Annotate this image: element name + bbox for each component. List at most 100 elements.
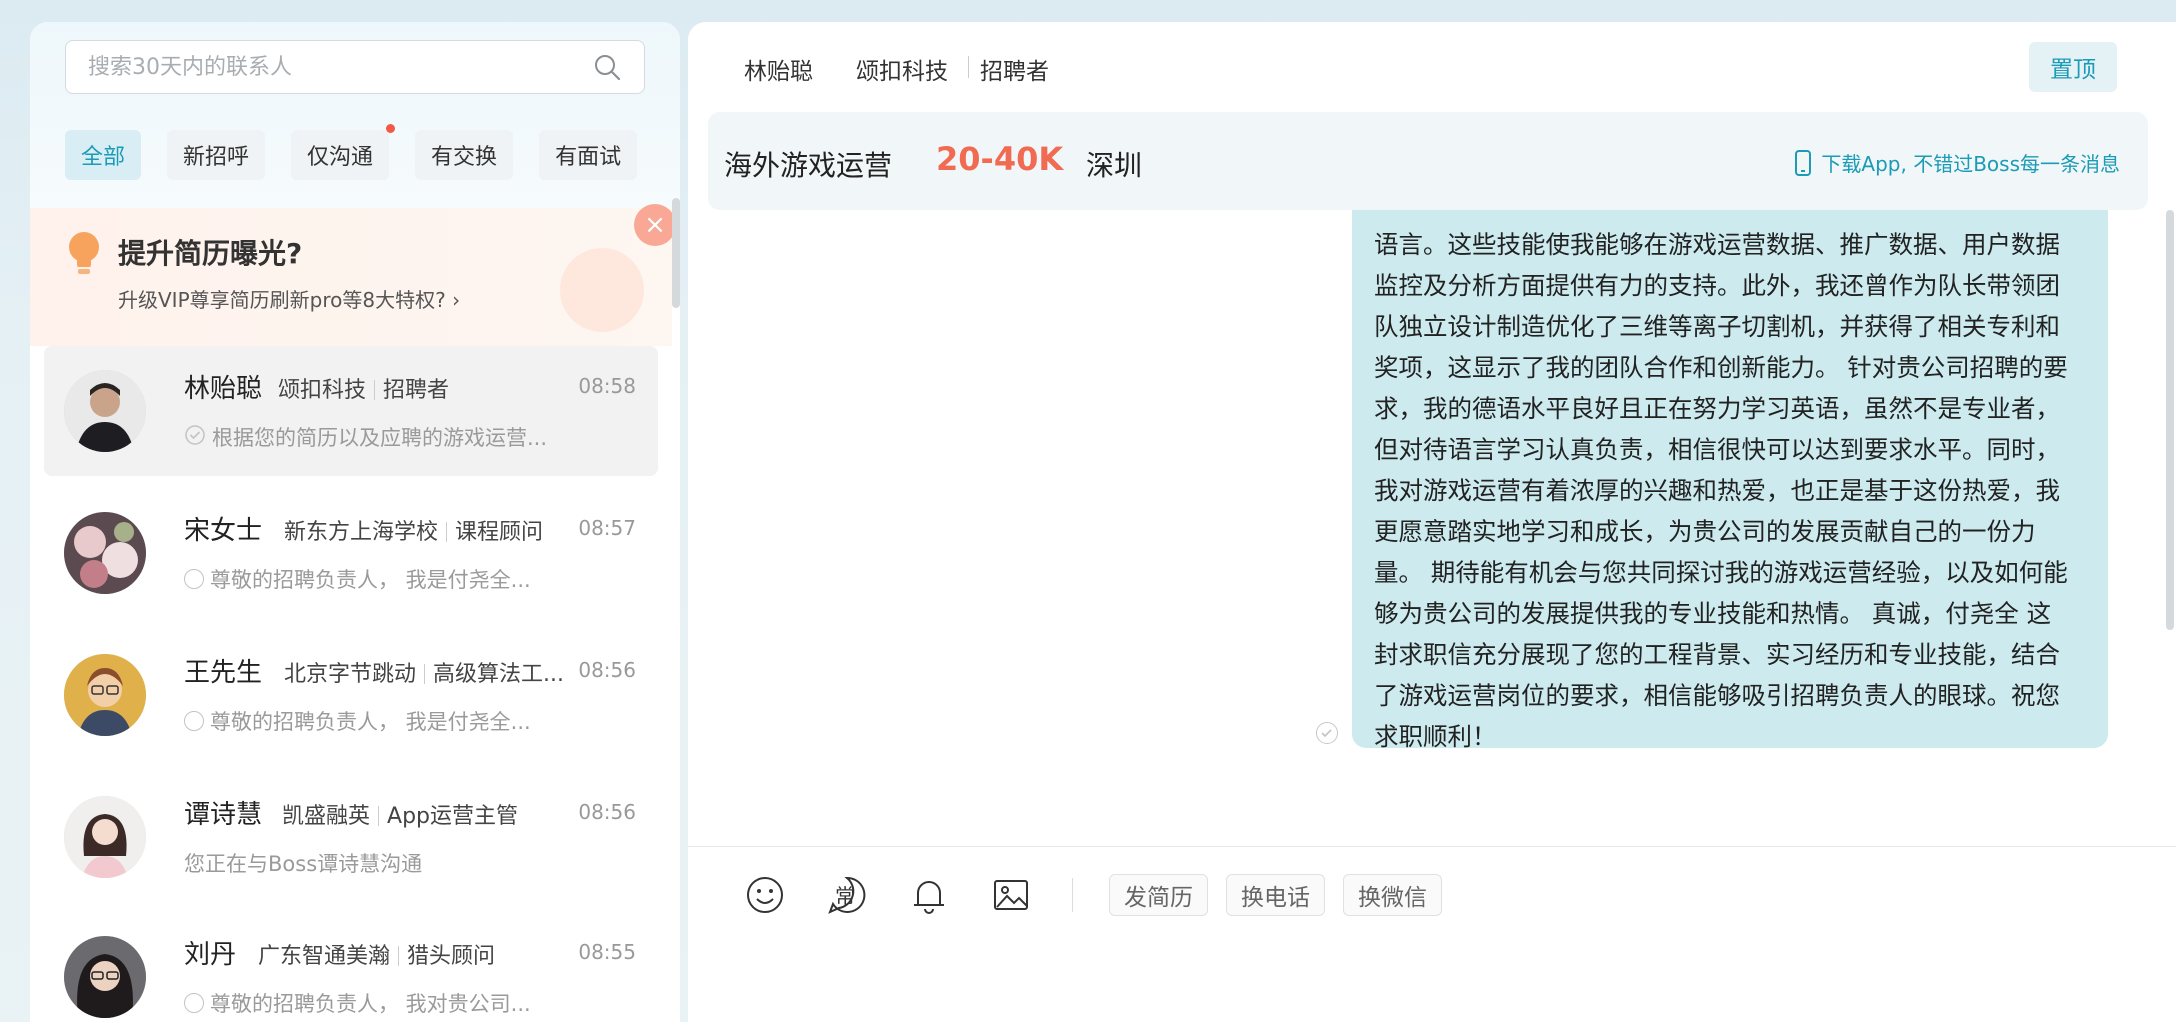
- chat-header: 林贻聪 颂扣科技 招聘者 置顶: [688, 22, 2176, 112]
- job-city: 深圳: [1086, 149, 1143, 182]
- contact-item[interactable]: 刘丹 广东智通美瀚 猎头顾问 08:55 尊敬的招聘负责人， 我对贵公司...: [44, 912, 658, 1022]
- filter-interview[interactable]: 有面试: [539, 130, 638, 180]
- pin-button[interactable]: 置顶: [2029, 42, 2117, 92]
- filter-label: 新招呼: [183, 145, 250, 170]
- filter-label: 仅沟通: [307, 145, 374, 170]
- separator: [398, 946, 400, 966]
- contact-name: 刘丹: [184, 940, 237, 970]
- contact-company: 颂扣科技: [278, 378, 367, 403]
- message-line: 监控及分析方面提供有力的支持。此外，我还曾作为队长带领团: [1374, 271, 2060, 300]
- image-icon[interactable]: [990, 874, 1032, 916]
- chat-contact-company[interactable]: 颂扣科技: [856, 52, 948, 86]
- sent-status-icon: [184, 711, 204, 731]
- message-line: 但对待语言学习认真负责，相信很快可以达到要求水平。同时，: [1374, 435, 2060, 464]
- divider: [688, 846, 2176, 847]
- download-app-link[interactable]: 下载App, 不错过Boss每一条消息: [1795, 148, 2120, 177]
- avatar: [64, 936, 146, 1018]
- filter-chat-only[interactable]: 仅沟通: [291, 124, 396, 180]
- exchange-wechat-button[interactable]: 换微信: [1343, 874, 1442, 916]
- contact-item[interactable]: 谭诗慧 凯盛融英 App运营主管 08:56 您正在与Boss谭诗慧沟通: [44, 772, 658, 902]
- promo-subtitle[interactable]: 升级VIP尊享简历刷新pro等8大特权? ›: [118, 284, 460, 313]
- job-salary: 20-40K: [936, 140, 1064, 178]
- close-icon[interactable]: ×: [634, 204, 676, 246]
- contact-company: 北京字节跳动: [284, 662, 417, 687]
- separator: [378, 806, 380, 826]
- separator: [968, 56, 969, 78]
- bell-icon[interactable]: [908, 874, 950, 916]
- lightbulb-icon: [66, 230, 102, 278]
- message-line: 语言。这些技能使我能够在游戏运营数据、推广数据、用户数据: [1374, 230, 2060, 259]
- promo-title: 提升简历曝光?: [118, 237, 303, 270]
- contact-meta: 颂扣科技 招聘者: [278, 372, 449, 404]
- message-line: 量。 期待能有机会与您共同探讨我的游戏运营经验，以及如何能: [1374, 558, 2068, 587]
- contact-role: 课程顾问: [455, 520, 544, 545]
- message-line: 够为贵公司的发展提供我的专业技能和热情。 真诚，付尧全 这: [1374, 599, 2052, 628]
- contact-last-message: 尊敬的招聘负责人， 我对贵公司...: [184, 988, 531, 1018]
- common-phrases-icon[interactable]: 常: [826, 874, 868, 916]
- filter-exchanged[interactable]: 有交换: [415, 130, 514, 180]
- message-line: 封求职信充分展现了您的工程背景、实习经历和专业技能，结合: [1374, 640, 2060, 669]
- avatar: [64, 512, 146, 594]
- search-icon[interactable]: [592, 52, 622, 82]
- emoji-icon[interactable]: [744, 874, 786, 916]
- separator: [374, 380, 376, 400]
- separator: [1072, 878, 1073, 912]
- message-list[interactable]: 语言。这些技能使我能够在游戏运营数据、推广数据、用户数据 监控及分析方面提供有力…: [688, 210, 2176, 870]
- contact-last-message: 您正在与Boss谭诗慧沟通: [184, 848, 422, 878]
- contact-panel: 全部 新招呼 仅沟通 有交换 有面试 提升简历曝光? 升级VIP尊享简历刷新pr…: [30, 22, 680, 1022]
- message-line: 更愿意踏实地学习和成长，为贵公司的发展贡献自己的一份力: [1374, 517, 2036, 546]
- contact-item[interactable]: 王先生 北京字节跳动 高级算法工... 08:56 尊敬的招聘负责人， 我是付尧全…: [44, 630, 658, 760]
- chat-contact-name[interactable]: 林贻聪: [744, 52, 813, 86]
- contact-time: 08:56: [578, 800, 636, 824]
- message-line: 求，我的德语水平良好且正在努力学习英语，虽然不是专业者，: [1374, 394, 2060, 423]
- message-line: 我对游戏运营有着浓厚的兴趣和热爱，也正是基于这份热爱，我: [1374, 476, 2060, 505]
- contact-company: 广东智通美瀚: [258, 944, 391, 969]
- common-phrases-label: 常: [835, 884, 855, 908]
- message-line: 了游戏运营岗位的要求，相信能够吸引招聘负责人的眼球。祝您: [1374, 681, 2060, 710]
- contact-role: App运营主管: [387, 804, 518, 829]
- unread-dot: [386, 124, 396, 133]
- contact-role: 高级算法工...: [433, 662, 564, 687]
- chat-scrollbar[interactable]: [2166, 210, 2174, 630]
- contact-item[interactable]: 林贻聪 颂扣科技 招聘者 08:58 根据您的简历以及应聘的游戏运营...: [44, 346, 658, 476]
- read-check-icon: [1316, 722, 1338, 744]
- message-line: 奖项，这显示了我的团队合作和创新能力。 针对贵公司招聘的要: [1374, 353, 2068, 382]
- separator: [446, 522, 448, 542]
- message-preview: 根据您的简历以及应聘的游戏运营...: [212, 426, 548, 450]
- vip-promo-banner[interactable]: 提升简历曝光? 升级VIP尊享简历刷新pro等8大特权? › ×: [30, 204, 676, 346]
- job-info-bar[interactable]: 海外游戏运营 20-40K 深圳 下载App, 不错过Boss每一条消息: [708, 112, 2148, 210]
- message-bubble[interactable]: 语言。这些技能使我能够在游戏运营数据、推广数据、用户数据 监控及分析方面提供有力…: [1352, 210, 2108, 751]
- contact-company: 凯盛融英: [282, 804, 371, 829]
- send-resume-button[interactable]: 发简历: [1109, 874, 1208, 916]
- filter-label: 有面试: [555, 145, 622, 170]
- avatar: [64, 654, 146, 736]
- input-toolbar: 常 发简历 换电话 换微信: [744, 874, 1460, 916]
- filter-label: 有交换: [431, 145, 498, 170]
- job-title: 海外游戏运营: [724, 149, 893, 182]
- filter-label: 全部: [81, 145, 126, 170]
- contact-list-scrollbar[interactable]: [672, 198, 680, 308]
- contact-name: 林贻聪: [184, 374, 263, 404]
- exchange-phone-button[interactable]: 换电话: [1226, 874, 1325, 916]
- search-box[interactable]: [65, 40, 645, 94]
- contact-meta: 凯盛融英 App运营主管: [282, 798, 518, 830]
- contact-time: 08:56: [578, 658, 636, 682]
- sent-status-icon: [184, 569, 204, 589]
- contact-time: 08:55: [578, 940, 636, 964]
- contact-item[interactable]: 宋女士 新东方上海学校 课程顾问 08:57 尊敬的招聘负责人， 我是付尧全...: [44, 488, 658, 618]
- contact-panel-header: 全部 新招呼 仅沟通 有交换 有面试: [30, 22, 680, 208]
- contact-last-message: 尊敬的招聘负责人， 我是付尧全...: [184, 564, 531, 594]
- filter-all[interactable]: 全部: [65, 130, 142, 180]
- contact-last-message: 尊敬的招聘负责人， 我是付尧全...: [184, 706, 531, 736]
- filter-new-greeting[interactable]: 新招呼: [167, 130, 266, 180]
- contact-time: 08:58: [578, 374, 636, 398]
- message-preview: 您正在与Boss谭诗慧沟通: [184, 852, 423, 876]
- filter-tabs: 全部 新招呼 仅沟通 有交换 有面试: [65, 124, 638, 180]
- sent-status-icon: [184, 993, 204, 1013]
- contact-meta: 新东方上海学校 课程顾问: [284, 514, 543, 546]
- app-tip-text: 下载App, 不错过Boss每一条消息: [1821, 152, 2120, 176]
- search-input[interactable]: [88, 54, 592, 80]
- promo-decoration: [560, 248, 644, 332]
- read-check-icon: [184, 424, 206, 451]
- avatar: [64, 370, 146, 452]
